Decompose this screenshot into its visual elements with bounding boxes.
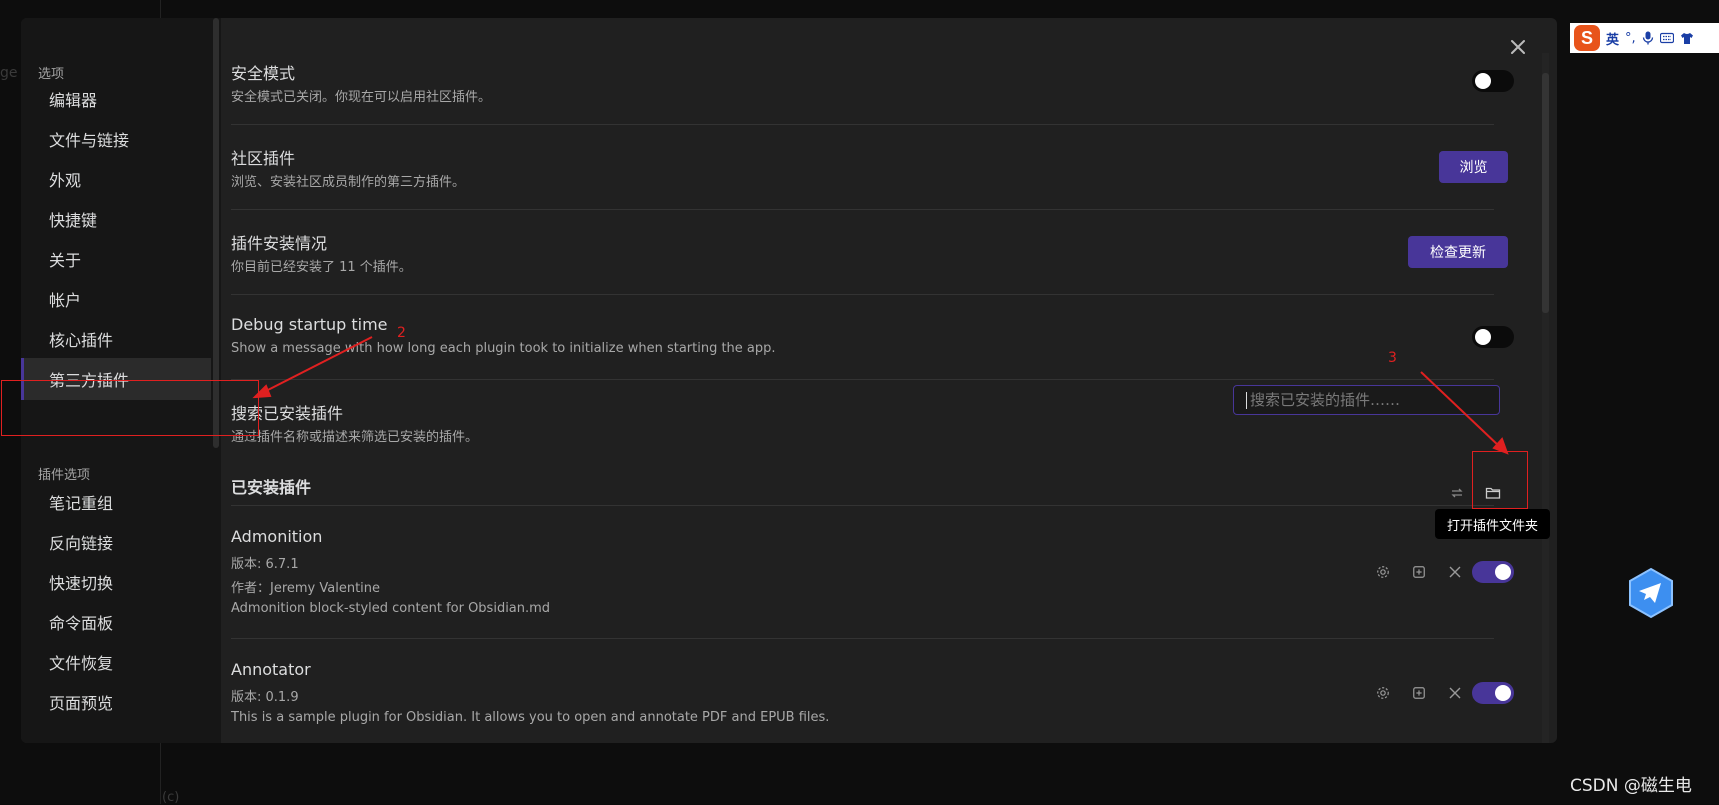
keyboard-icon[interactable] <box>1659 32 1674 44</box>
arrow-2-line <box>261 336 373 394</box>
arrow-2-head <box>252 384 272 399</box>
shirt-icon[interactable] <box>1680 32 1694 45</box>
arrow-3-line <box>1420 371 1501 448</box>
bird-app-icon[interactable] <box>1625 567 1677 619</box>
sogou-logo[interactable]: S <box>1574 25 1600 51</box>
annotation-arrows <box>252 336 1509 455</box>
ime-toolbar[interactable]: S 英 °, <box>1570 23 1719 53</box>
arrow-3-head <box>1492 437 1509 455</box>
ime-punct-toggle[interactable]: °, <box>1625 31 1636 46</box>
watermark: CSDN @磁生电 <box>1570 776 1692 796</box>
microphone-icon[interactable] <box>1642 31 1654 45</box>
ime-lang-toggle[interactable]: 英 <box>1606 29 1619 48</box>
